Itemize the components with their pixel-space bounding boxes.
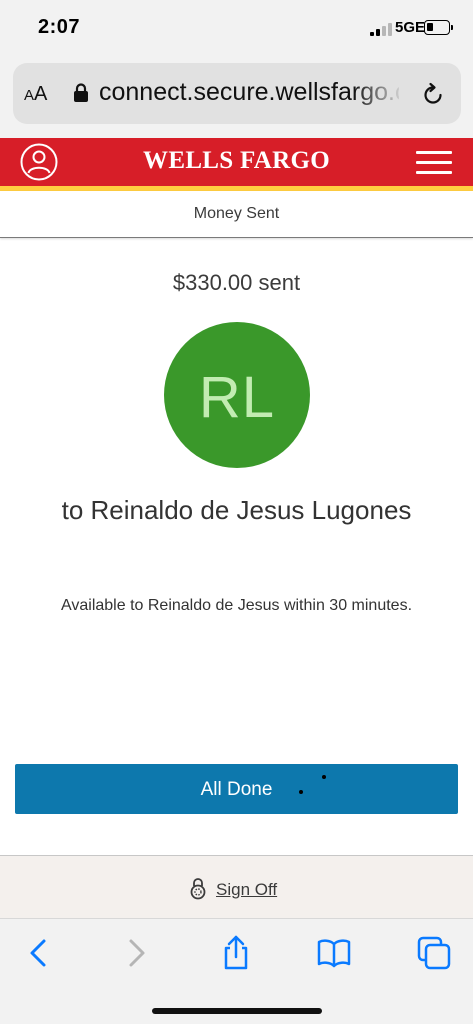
back-icon[interactable] xyxy=(21,935,57,971)
signal-strength-icon xyxy=(370,23,392,36)
browser-address-area: AA connect.secure.wellsfargo.com xyxy=(0,58,473,138)
page-title: Money Sent xyxy=(193,205,280,222)
recipient-name: to Reinaldo de Jesus Lugones xyxy=(61,495,412,525)
share-icon[interactable] xyxy=(218,935,254,971)
amount-sent: $330.00 sent xyxy=(172,270,301,295)
status-bar: 2:07 5GE xyxy=(0,0,473,58)
wells-fargo-logo[interactable]: WELLS FARGO xyxy=(0,147,473,175)
screen-speck xyxy=(299,790,303,794)
url-fade xyxy=(353,63,413,124)
menu-icon[interactable] xyxy=(416,151,452,175)
home-indicator[interactable] xyxy=(152,1008,322,1014)
reload-icon[interactable] xyxy=(421,82,445,106)
availability-note: Available to Reinaldo de Jesus within 30… xyxy=(60,597,413,614)
bookmarks-icon[interactable] xyxy=(316,935,352,971)
avatar-initials: RL xyxy=(198,365,276,430)
all-done-button[interactable]: All Done xyxy=(15,764,458,814)
battery-tip xyxy=(451,25,453,30)
text-size-button[interactable]: AA xyxy=(24,83,47,106)
page-footer: Sign Off xyxy=(0,856,473,918)
recipient-avatar: RL xyxy=(164,322,310,468)
lock-icon xyxy=(74,83,88,102)
site-header: WELLS FARGO xyxy=(0,138,473,186)
browser-toolbar xyxy=(0,918,473,1024)
padlock-icon xyxy=(190,878,206,900)
status-time: 2:07 xyxy=(38,16,81,38)
all-done-label: All Done xyxy=(200,779,273,800)
sign-off-label: Sign Off xyxy=(216,880,278,899)
network-type: 5GE xyxy=(395,19,426,36)
address-bar[interactable]: AA connect.secure.wellsfargo.com xyxy=(13,63,461,124)
forward-icon[interactable] xyxy=(118,935,154,971)
screen-speck xyxy=(322,775,326,779)
page-title-bar: Money Sent xyxy=(0,191,473,238)
tabs-icon[interactable] xyxy=(416,935,452,971)
battery-icon xyxy=(424,20,450,35)
